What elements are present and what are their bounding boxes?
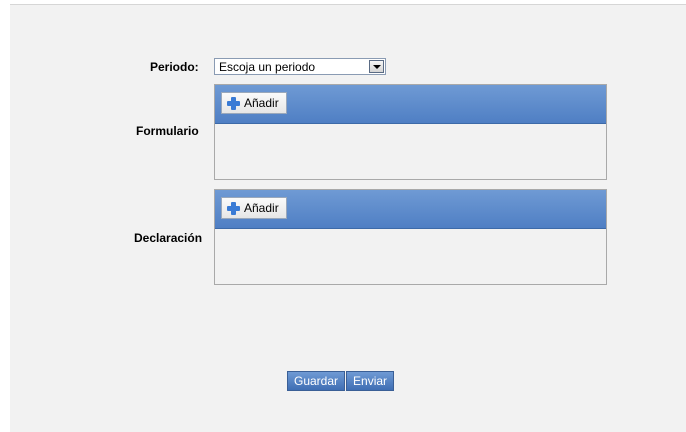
formulario-label: Formulario [136, 124, 199, 138]
period-select-value: Escoja un periodo [219, 60, 316, 74]
action-buttons: Guardar Enviar [287, 371, 395, 391]
save-button[interactable]: Guardar [287, 371, 346, 391]
period-select[interactable]: Escoja un periodo [214, 58, 386, 75]
dropdown-button[interactable] [369, 60, 384, 73]
formulario-toolbar: Añadir [215, 85, 606, 124]
formulario-add-button[interactable]: Añadir [221, 92, 287, 114]
period-label: Periodo: [150, 60, 199, 74]
send-button[interactable]: Enviar [346, 371, 395, 391]
declaracion-label: Declaración [134, 231, 203, 245]
declaracion-toolbar: Añadir [215, 190, 606, 229]
add-button-label: Añadir [244, 201, 279, 215]
plus-icon [227, 201, 240, 215]
declaracion-grid: Añadir [214, 189, 607, 285]
plus-icon [227, 96, 240, 110]
add-button-label: Añadir [244, 96, 279, 110]
declaracion-add-button[interactable]: Añadir [221, 197, 287, 219]
chevron-down-icon [373, 65, 381, 69]
formulario-grid: Añadir [214, 84, 607, 180]
